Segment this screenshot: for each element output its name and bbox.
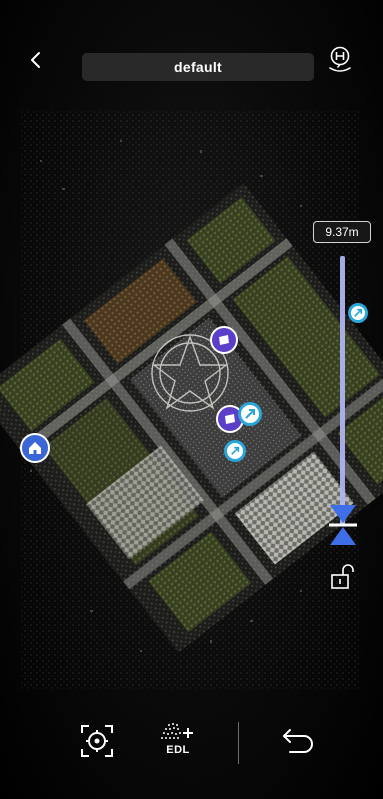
edl-button[interactable]: EDL bbox=[158, 722, 198, 762]
heading-marker-1[interactable] bbox=[238, 402, 262, 426]
altitude-slider-track[interactable] bbox=[340, 256, 345, 526]
heading-marker-2[interactable] bbox=[224, 440, 246, 462]
photo-action-icon bbox=[225, 414, 235, 424]
lock-toggle-button[interactable] bbox=[329, 563, 355, 591]
bottom-toolbar: EDL bbox=[0, 700, 383, 799]
recenter-target-icon bbox=[81, 725, 113, 757]
toolbar-divider bbox=[238, 722, 239, 764]
edl-label: EDL bbox=[166, 744, 190, 756]
unlock-icon bbox=[331, 564, 354, 589]
undo-arrow-icon bbox=[283, 729, 313, 753]
direction-arrow-icon bbox=[354, 308, 363, 317]
altitude-slider-handle[interactable] bbox=[328, 503, 358, 547]
recenter-button[interactable] bbox=[78, 722, 116, 760]
home-point-button[interactable] bbox=[326, 45, 354, 75]
altitude-value-label: 9.37m bbox=[313, 221, 371, 243]
point-cloud-map[interactable] bbox=[0, 0, 383, 799]
home-icon bbox=[29, 442, 41, 454]
heading-marker-3[interactable] bbox=[348, 303, 368, 323]
direction-arrow-icon bbox=[245, 409, 255, 419]
undo-button[interactable] bbox=[278, 724, 318, 760]
chevron-left-icon bbox=[31, 52, 40, 68]
photo-action-icon bbox=[219, 335, 229, 345]
project-title: default bbox=[82, 53, 314, 81]
project-title-text: default bbox=[174, 59, 222, 75]
home-point-location-icon bbox=[329, 46, 351, 72]
back-button[interactable] bbox=[22, 46, 50, 74]
direction-arrow-icon bbox=[231, 446, 240, 455]
hourglass-handle-icon bbox=[329, 505, 357, 545]
point-cloud-viewer: default 9.37m EDL bbox=[0, 0, 383, 799]
waypoint-marker-1[interactable] bbox=[210, 326, 238, 354]
altitude-value-text: 9.37m bbox=[325, 225, 359, 239]
edl-points-icon bbox=[161, 723, 193, 739]
home-marker[interactable] bbox=[20, 433, 50, 463]
